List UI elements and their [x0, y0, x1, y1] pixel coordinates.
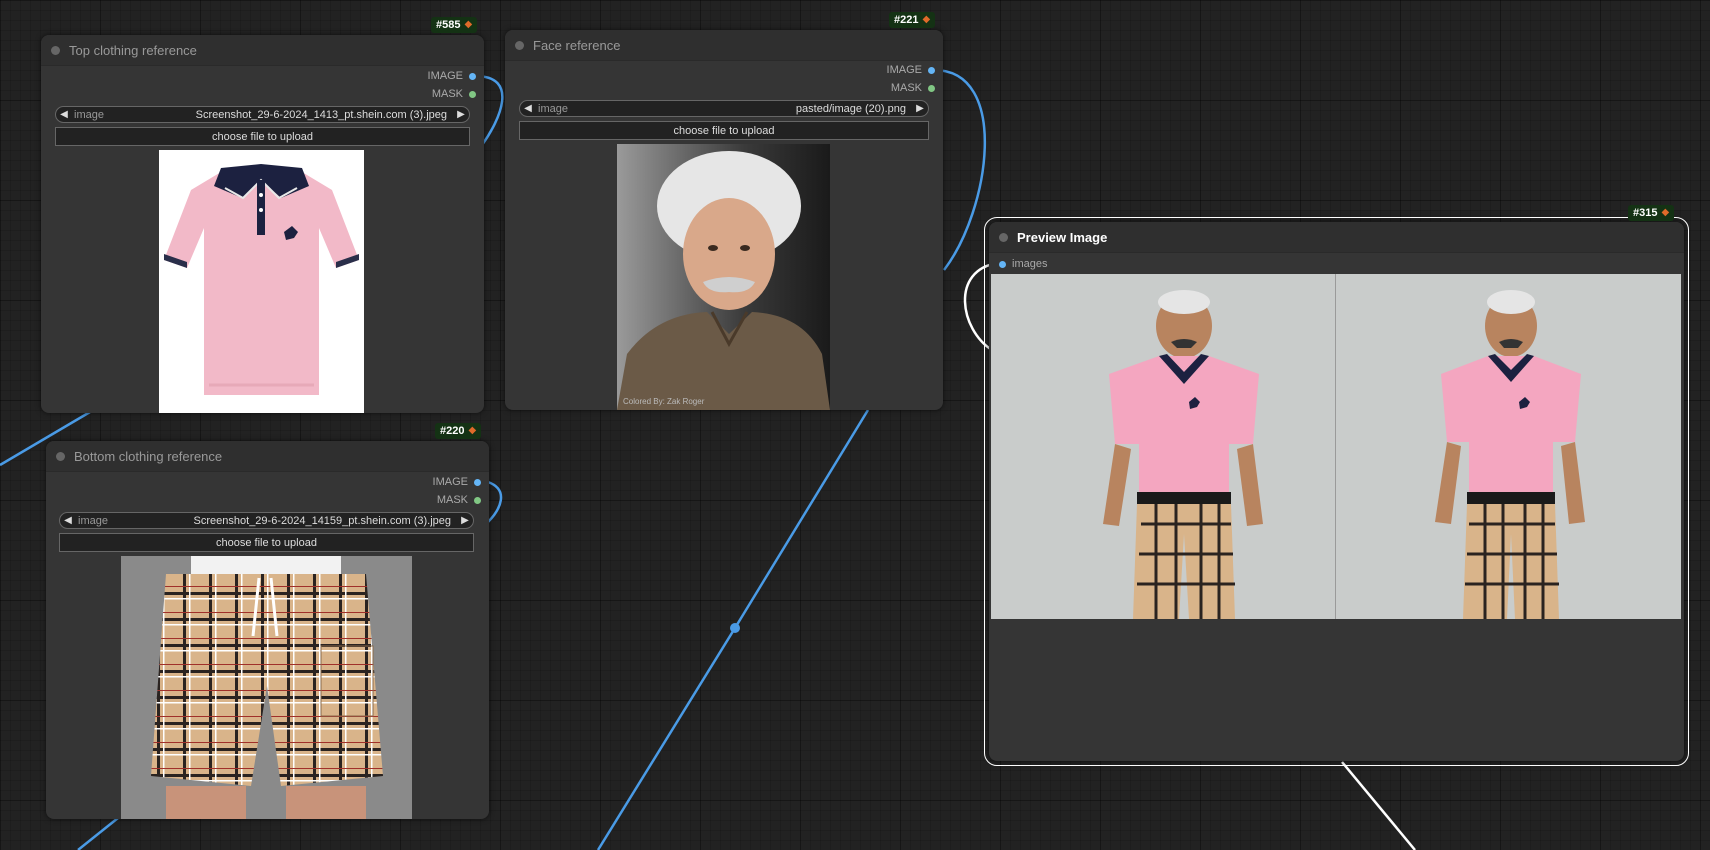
- collapse-dot-icon[interactable]: [51, 45, 60, 55]
- face-image: Colored By: Zak Roger: [617, 144, 830, 410]
- node-id-text: #220: [440, 425, 465, 437]
- node-title-bar[interactable]: Preview Image: [989, 222, 1684, 253]
- output-mask-slot[interactable]: MASK: [437, 492, 481, 508]
- image-combo-widget[interactable]: ◀ image pasted/image (20).png ▶: [519, 100, 929, 117]
- combo-label: image: [538, 102, 568, 115]
- arrow-right-icon[interactable]: ▶: [453, 109, 469, 120]
- combo-label: image: [74, 108, 104, 121]
- portrait-image: [617, 151, 830, 410]
- output-label: MASK: [431, 88, 463, 100]
- node-id-text: #221: [894, 14, 919, 26]
- output-image-slot[interactable]: IMAGE: [887, 62, 935, 78]
- node-top-clothing-reference[interactable]: Top clothing reference IMAGE MASK ◀ imag…: [41, 35, 484, 413]
- result-figure-left: [1103, 290, 1263, 619]
- result-figure-right: [1435, 290, 1585, 619]
- combo-value: Screenshot_29-6-2024_14159_pt.shein.com …: [193, 514, 451, 527]
- output-label: IMAGE: [886, 64, 922, 76]
- fox-icon: ◆: [464, 19, 473, 30]
- input-label: images: [1012, 258, 1048, 270]
- image-slot-dot-icon[interactable]: [999, 260, 1006, 268]
- upload-button[interactable]: choose file to upload: [59, 533, 474, 552]
- upload-button[interactable]: choose file to upload: [55, 127, 470, 146]
- combo-value: Screenshot_29-6-2024_1413_pt.shein.com (…: [195, 108, 447, 121]
- image-combo-widget[interactable]: ◀ image Screenshot_29-6-2024_1413_pt.she…: [55, 106, 470, 123]
- collapse-dot-icon[interactable]: [515, 40, 524, 50]
- node-bottom-clothing-reference[interactable]: Bottom clothing reference IMAGE MASK ◀ i…: [46, 441, 489, 819]
- upload-button[interactable]: choose file to upload: [519, 121, 929, 140]
- node-id-text: #585: [436, 19, 461, 31]
- output-label: MASK: [890, 82, 922, 94]
- fox-icon: ◆: [1661, 207, 1670, 218]
- arrow-left-icon[interactable]: ◀: [56, 109, 72, 120]
- preview-output-image: [991, 274, 1681, 619]
- node-id-text: #315: [1633, 207, 1658, 219]
- pink-polo-shirt-image: [164, 164, 359, 395]
- output-mask-slot[interactable]: MASK: [432, 86, 476, 102]
- combo-value: pasted/image (20).png: [795, 102, 906, 115]
- plaid-shorts-image: [151, 556, 383, 819]
- bottom-clothing-image: [121, 556, 412, 819]
- image-slot-dot-icon[interactable]: [474, 478, 481, 486]
- mask-slot-dot-icon[interactable]: [928, 84, 935, 92]
- link-bottom-image: [487, 480, 503, 523]
- mask-slot-dot-icon[interactable]: [469, 90, 476, 98]
- node-id-badge: #585 ◆: [431, 17, 478, 33]
- output-label: MASK: [436, 494, 468, 506]
- node-preview-image[interactable]: Preview Image images: [984, 217, 1689, 766]
- collapse-dot-icon[interactable]: [56, 451, 65, 461]
- input-images-slot[interactable]: images: [999, 258, 1047, 270]
- output-mask-slot[interactable]: MASK: [891, 80, 935, 96]
- fox-icon: ◆: [468, 425, 477, 436]
- output-image-slot[interactable]: IMAGE: [428, 68, 476, 84]
- node-id-badge: #220 ◆: [435, 423, 482, 439]
- fox-icon: ◆: [922, 14, 931, 25]
- node-title-bar[interactable]: Face reference: [505, 30, 943, 61]
- node-id-badge: #315 ◆: [1628, 205, 1675, 221]
- node-face-reference[interactable]: Face reference IMAGE MASK ◀ image pasted…: [505, 30, 943, 410]
- arrow-left-icon[interactable]: ◀: [520, 103, 536, 114]
- node-title: Top clothing reference: [69, 42, 197, 58]
- output-label: IMAGE: [427, 70, 463, 82]
- arrow-right-icon[interactable]: ▶: [912, 103, 928, 114]
- node-title-bar[interactable]: Top clothing reference: [41, 35, 484, 66]
- image-slot-dot-icon[interactable]: [928, 66, 935, 74]
- collapse-dot-icon[interactable]: [999, 232, 1008, 242]
- link-reroute-point: [730, 623, 740, 633]
- node-id-badge: #221 ◆: [889, 12, 936, 28]
- combo-label: image: [78, 514, 108, 527]
- image-slot-dot-icon[interactable]: [469, 72, 476, 80]
- output-label: IMAGE: [432, 476, 468, 488]
- arrow-left-icon[interactable]: ◀: [60, 515, 76, 526]
- output-image-slot[interactable]: IMAGE: [433, 474, 481, 490]
- node-title: Preview Image: [1017, 229, 1108, 245]
- image-watermark: Colored By: Zak Roger: [623, 397, 705, 406]
- top-clothing-image: [159, 150, 364, 413]
- link-bottom-offscreen: [77, 817, 119, 850]
- mask-slot-dot-icon[interactable]: [474, 496, 481, 504]
- node-title: Face reference: [533, 37, 621, 53]
- node-title-bar[interactable]: Bottom clothing reference: [46, 441, 489, 472]
- image-combo-widget[interactable]: ◀ image Screenshot_29-6-2024_14159_pt.sh…: [59, 512, 474, 529]
- node-title: Bottom clothing reference: [74, 448, 223, 464]
- arrow-right-icon[interactable]: ▶: [457, 515, 473, 526]
- link-preview-out: [1341, 761, 1416, 850]
- generated-result-images: [1103, 274, 1585, 619]
